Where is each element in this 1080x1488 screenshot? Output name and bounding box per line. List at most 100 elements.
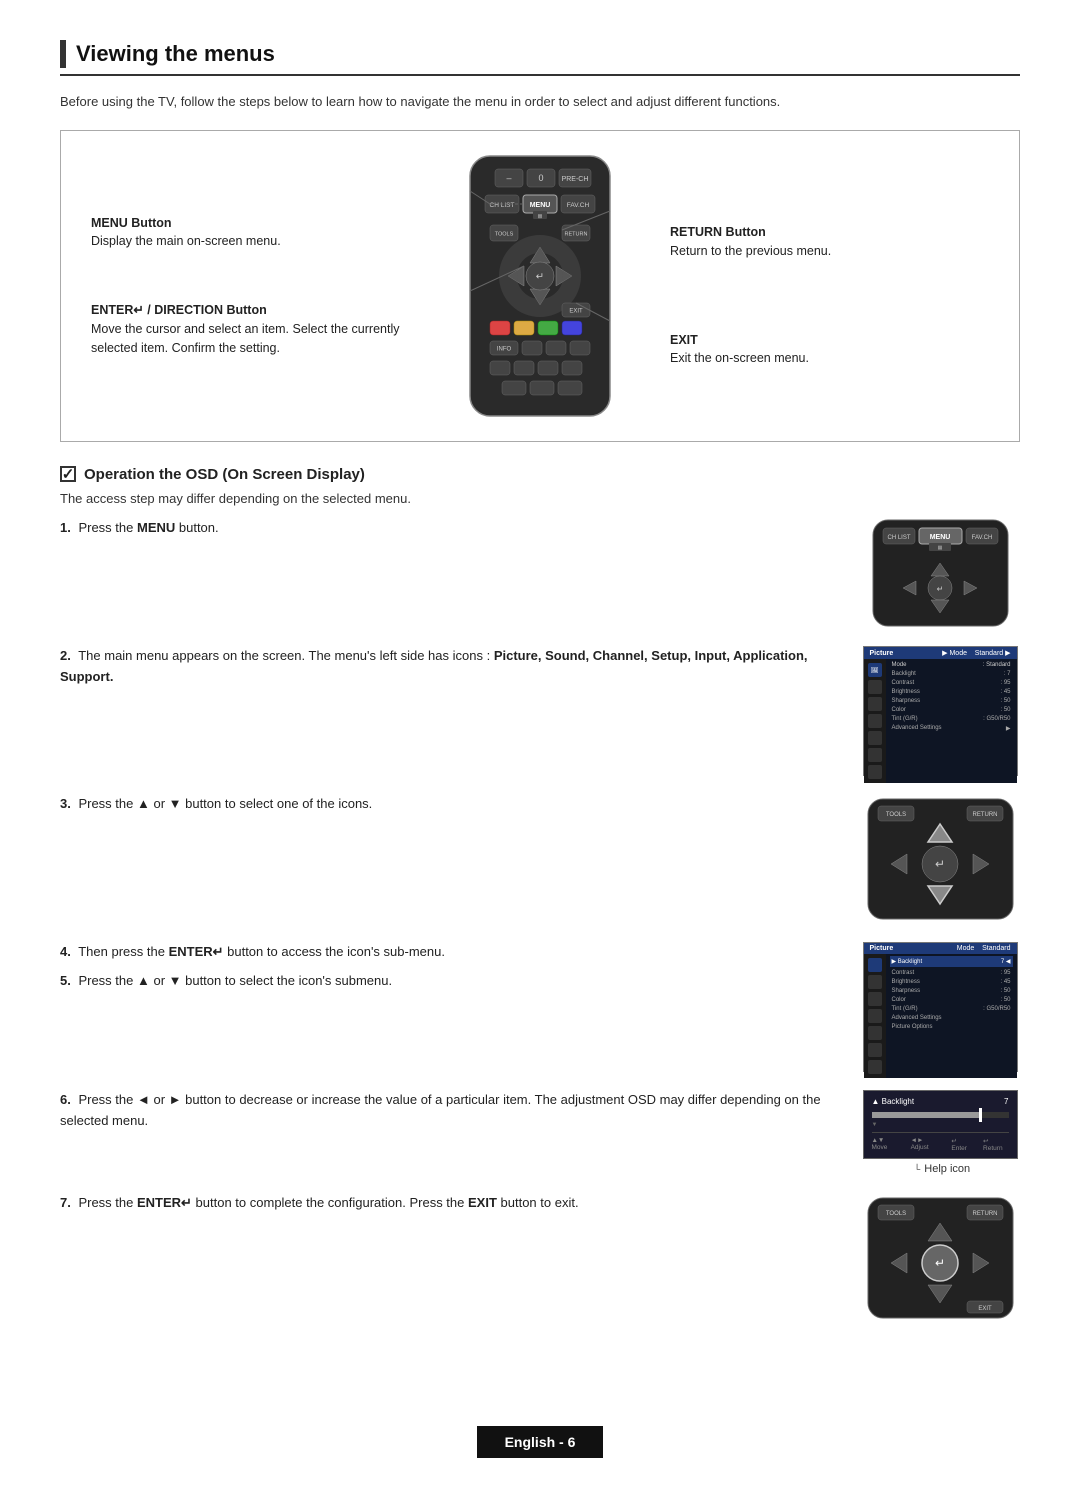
- svg-text:FAV.CH: FAV.CH: [567, 202, 590, 209]
- tv-submenu-icon-4: [868, 1009, 882, 1023]
- tv-sub-brightness: Brightness: 45: [890, 978, 1013, 986]
- step-1-image: CH LIST MENU FAV.CH ▦ ↵: [860, 518, 1020, 628]
- step-7-image: TOOLS RETURN ↵ EXIT: [860, 1193, 1020, 1323]
- tv-submenu-icon-7: [868, 1060, 882, 1074]
- svg-text:EXIT: EXIT: [569, 308, 583, 314]
- step-4-block: 4. Then press the ENTER↵ button to acces…: [60, 942, 840, 963]
- backlight-bar-container: [872, 1112, 1009, 1118]
- step-7-text: 7. Press the ENTER↵ button to complete t…: [60, 1193, 860, 1214]
- backlight-move-label: ▲▼ Move: [872, 1137, 901, 1152]
- tv-menu-sharpness-row: Sharpness : 50: [890, 697, 1013, 705]
- tv-menu-body: 🖼: [864, 659, 1017, 783]
- tv-sidebar-picture-icon: 🖼: [868, 663, 882, 677]
- svg-text:↵: ↵: [536, 271, 544, 282]
- enter-button-desc: Move the cursor and select an item. Sele…: [91, 322, 399, 355]
- tv-menu-advanced-arrow: ▶: [1006, 725, 1011, 732]
- remote-diagram-svg: – 0 PRE-CH CH LIST MENU FAV.CH ▦ TOOLS: [440, 151, 640, 421]
- step-6-text: 6. Press the ◄ or ► button to decrease o…: [60, 1090, 860, 1132]
- step-2-row: 2. The main menu appears on the screen. …: [60, 646, 1020, 776]
- title-bar-accent: [60, 40, 66, 68]
- svg-text:RETURN: RETURN: [972, 812, 997, 818]
- svg-text:–: –: [506, 173, 511, 183]
- svg-text:MENU: MENU: [929, 534, 950, 541]
- step-4-5-text: 4. Then press the ENTER↵ button to acces…: [60, 942, 860, 992]
- tv-submenu-icon-2: [868, 975, 882, 989]
- step-5-num: 5.: [60, 973, 71, 988]
- tv-menu-mode-row: Mode : Standard: [890, 661, 1013, 669]
- page-title: Viewing the menus: [76, 41, 275, 67]
- svg-text:TOOLS: TOOLS: [495, 231, 514, 237]
- svg-text:INFO: INFO: [497, 346, 512, 352]
- tv-submenu-icon-1: [868, 958, 882, 972]
- help-icon-label: Help icon: [924, 1163, 970, 1175]
- tv-menu-sharpness-value: : 50: [1000, 698, 1010, 704]
- step-1-num: 1.: [60, 520, 71, 535]
- return-button-label-block: RETURN Button Return to the previous men…: [670, 223, 989, 261]
- footer: English - 6: [0, 1426, 1080, 1458]
- tv-sidebar-ch-icon: [868, 697, 882, 711]
- backlight-osd-header: ▲ Backlight 7: [872, 1097, 1009, 1106]
- tv-sub-backlight-value: 7 ◀: [1001, 958, 1011, 965]
- tv-menu-backlight-value: : 7: [1004, 671, 1011, 677]
- enter-button-label: ENTER↵ / DIRECTION Button: [91, 303, 267, 317]
- return-button-desc: Return to the previous menu.: [670, 244, 831, 258]
- enter-button-label-block: ENTER↵ / DIRECTION Button Move the curso…: [91, 301, 410, 357]
- svg-text:0: 0: [538, 173, 543, 183]
- tv-menu-tint-value: : G50/R50: [983, 716, 1010, 722]
- svg-text:▦: ▦: [538, 213, 543, 219]
- osd-section: ✓ Operation the OSD (On Screen Display) …: [60, 466, 1020, 1342]
- step-2-text: 2. The main menu appears on the screen. …: [60, 646, 860, 688]
- step-3-num: 3.: [60, 796, 71, 811]
- checkbox-icon: ✓: [60, 466, 76, 482]
- backlight-enter-label: ↵ Enter: [951, 1137, 973, 1152]
- tv-menu-backlight-row: Backlight : 7: [890, 670, 1013, 678]
- tv-menu-contrast-row: Contrast : 95: [890, 679, 1013, 687]
- return-button-label: RETURN Button: [670, 225, 766, 239]
- step-4-row: 4. Then press the ENTER↵ button to acces…: [60, 942, 1020, 1072]
- svg-text:CH LIST: CH LIST: [887, 535, 910, 541]
- diagram-box: MENU Button Display the main on-screen m…: [60, 130, 1020, 442]
- tv-menu-color-value: : 50: [1000, 707, 1010, 713]
- tv-sub-contrast: Contrast: 95: [890, 969, 1013, 977]
- backlight-label: ▲ Backlight: [872, 1097, 915, 1106]
- tv-menu-tint-row: Tint (G/R) : G50/R50: [890, 715, 1013, 723]
- tv-menu-color-row: Color : 50: [890, 706, 1013, 714]
- backlight-thumb: [979, 1108, 982, 1122]
- step-6-row: 6. Press the ◄ or ► button to decrease o…: [60, 1090, 1020, 1175]
- svg-text:PRE-CH: PRE-CH: [562, 176, 589, 183]
- tv-sub-tint: Tint (G/R): G50/R50: [890, 1005, 1013, 1013]
- tv-menu-sharpness-label: Sharpness: [892, 698, 921, 704]
- backlight-number: 7: [1004, 1097, 1008, 1106]
- section-title: Viewing the menus: [60, 40, 1020, 76]
- step-2-image: Picture ▶ Mode Standard ▶ 🖼: [860, 646, 1020, 776]
- svg-text:↵: ↵: [934, 857, 944, 871]
- step-1-row: 1. Press the MENU button. CH LIST MENU F…: [60, 518, 1020, 628]
- menu-button-desc: Display the main on-screen menu.: [91, 234, 281, 248]
- tv-menu-backlight-label: Backlight: [892, 671, 916, 677]
- svg-text:↵: ↵: [936, 585, 943, 594]
- intro-text: Before using the TV, follow the steps be…: [60, 92, 1020, 112]
- backlight-track: [872, 1112, 1009, 1118]
- tv-sub-color: Color: 50: [890, 996, 1013, 1004]
- tv-sidebar-support-icon: [868, 765, 882, 779]
- tv-menu-brightness-value: : 45: [1000, 689, 1010, 695]
- backlight-fill: [872, 1112, 982, 1118]
- tv-submenu-sidebar: [864, 954, 886, 1078]
- backlight-osd: ▲ Backlight 7 ▼ ▲▼ Move ◄► Adj: [863, 1090, 1018, 1159]
- backlight-controls-row: ▲▼ Move ◄► Adjust ↵ Enter ↩ Return: [872, 1132, 1009, 1152]
- tv-submenu-body: ▶ Backlight 7 ◀ Contrast: 95 Brightness:…: [864, 954, 1017, 1078]
- help-icon-row: └ Help icon: [910, 1163, 970, 1175]
- step-2-num: 2.: [60, 648, 71, 663]
- osd-desc: The access step may differ depending on …: [60, 489, 1020, 509]
- svg-text:▦: ▦: [937, 545, 942, 551]
- step-1-text: 1. Press the MENU button.: [60, 518, 860, 539]
- tv-menu-content: Mode : Standard Backlight : 7 Contrast :…: [886, 659, 1017, 783]
- svg-text:EXIT: EXIT: [978, 1306, 992, 1312]
- tv-submenu-icon-6: [868, 1043, 882, 1057]
- exit-label: EXIT: [670, 333, 698, 347]
- tv-menu-brightness-label: Brightness: [892, 689, 920, 695]
- tv-menu-header: Picture ▶ Mode Standard ▶: [864, 647, 1017, 659]
- step-6-image: ▲ Backlight 7 ▼ ▲▼ Move ◄► Adj: [860, 1090, 1020, 1175]
- step3-remote-svg: TOOLS RETURN ↵: [863, 794, 1018, 924]
- svg-text:RETURN: RETURN: [565, 231, 588, 237]
